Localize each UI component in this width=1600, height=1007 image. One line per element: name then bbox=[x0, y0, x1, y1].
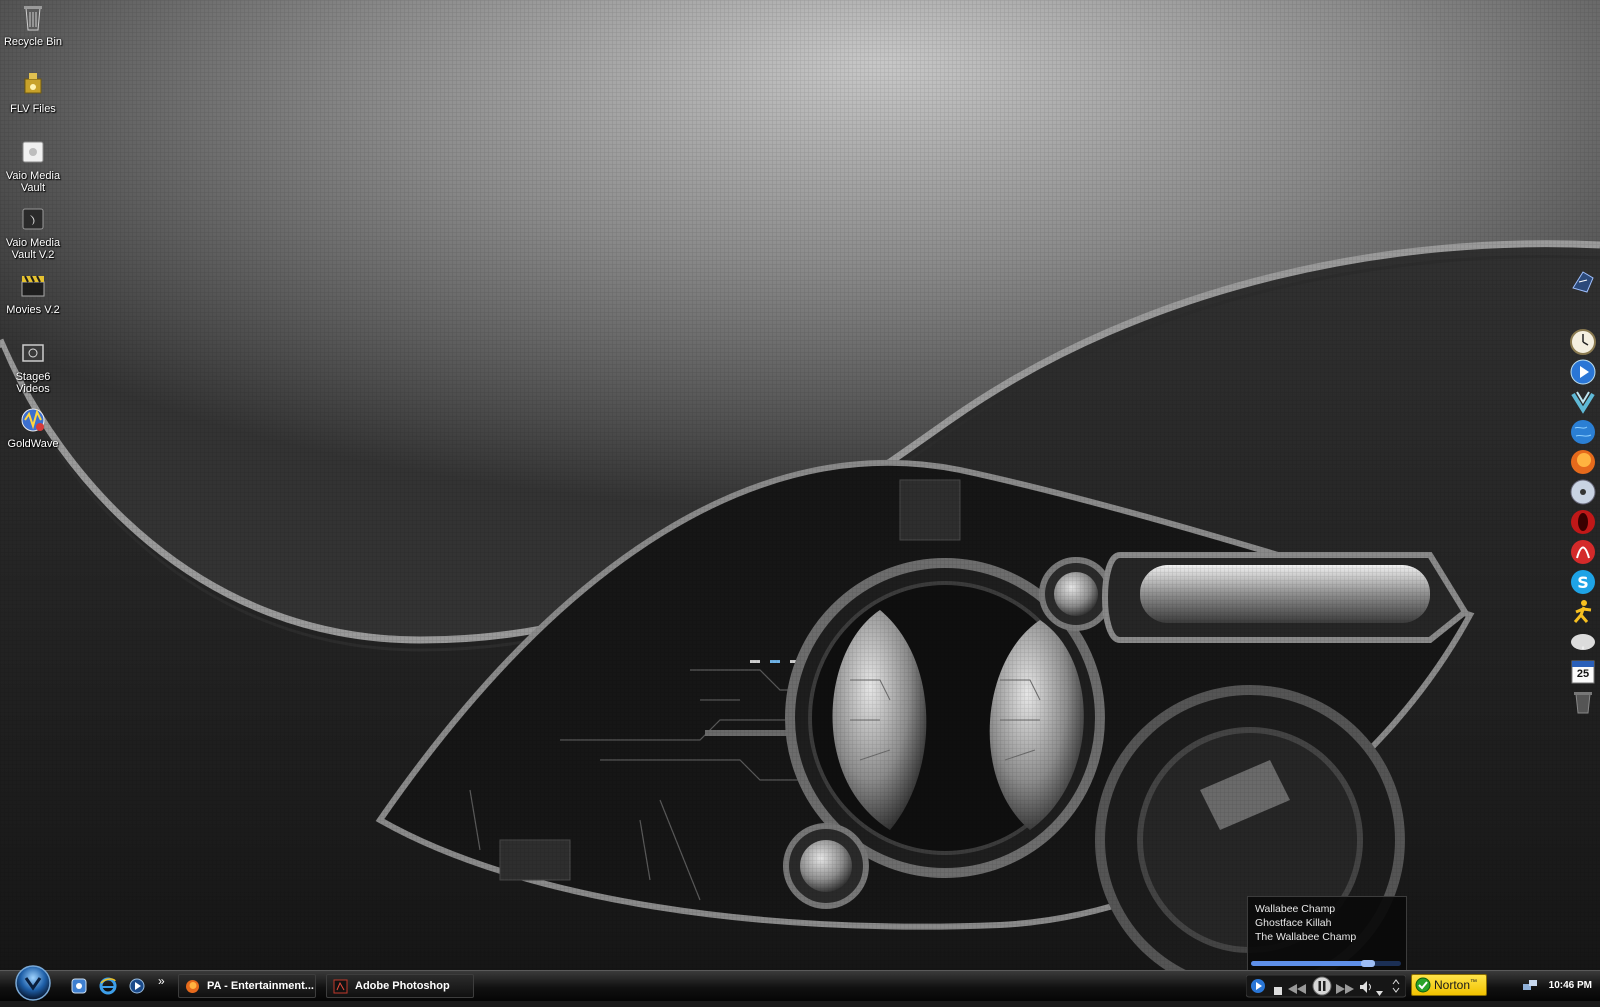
media-vault-icon bbox=[17, 136, 49, 168]
clapperboard-icon bbox=[17, 270, 49, 302]
playback-progress-fill bbox=[1251, 961, 1368, 966]
globe-icon[interactable] bbox=[1569, 418, 1597, 446]
taskbar-button-photoshop[interactable]: Adobe Photoshop bbox=[326, 974, 474, 998]
playback-progress-knob[interactable] bbox=[1361, 960, 1375, 967]
desktop-wallpaper bbox=[0, 0, 1600, 970]
photoshop-icon bbox=[333, 979, 348, 994]
taskbar-button-label: Adobe Photoshop bbox=[355, 980, 450, 992]
skype-icon[interactable]: S bbox=[1569, 568, 1597, 596]
desktop-icon-flv-files[interactable]: FLV Files bbox=[2, 69, 64, 115]
norton-status-button[interactable]: Norton™ bbox=[1411, 974, 1487, 996]
internet-explorer-icon bbox=[99, 977, 117, 999]
desktop-icon-vaio-media-vault[interactable]: Vaio Media Vault bbox=[2, 136, 64, 194]
opera-icon[interactable] bbox=[1569, 508, 1597, 536]
chevron-down-icon[interactable] bbox=[1376, 983, 1383, 1001]
clock-icon[interactable] bbox=[1569, 328, 1597, 356]
media-player-icon bbox=[128, 978, 146, 999]
winamp-icon[interactable] bbox=[1569, 268, 1597, 296]
calendar-day: 25 bbox=[1576, 668, 1590, 680]
svg-text:°: ° bbox=[1581, 646, 1585, 654]
now-playing-album: The Wallabee Champ bbox=[1255, 931, 1357, 943]
desktop-icon-goldwave[interactable]: GoldWave bbox=[2, 404, 64, 450]
next-icon[interactable] bbox=[1336, 981, 1354, 999]
goldwave-icon bbox=[17, 404, 49, 436]
media-vault-v2-icon bbox=[17, 203, 49, 235]
start-button[interactable] bbox=[14, 964, 52, 1002]
desktop-icon-movies-v2[interactable]: Movies V.2 bbox=[2, 270, 64, 316]
taskbar-button-label: PA - Entertainment... bbox=[207, 980, 314, 992]
media-player-icon[interactable] bbox=[1569, 358, 1597, 386]
cd-icon[interactable] bbox=[1569, 478, 1597, 506]
previous-icon[interactable] bbox=[1288, 981, 1306, 999]
taskbar-clock[interactable]: 10:46 PM bbox=[1549, 980, 1592, 991]
restore-player-icon[interactable] bbox=[1392, 979, 1400, 998]
check-icon bbox=[1415, 977, 1431, 993]
trash-icon[interactable] bbox=[1569, 688, 1597, 716]
svg-text:S: S bbox=[1577, 573, 1589, 592]
network-icon[interactable] bbox=[1522, 979, 1538, 998]
desktop-icon-label: GoldWave bbox=[7, 438, 59, 450]
now-playing-popup: Wallabee Champ Ghostface Killah The Wall… bbox=[1247, 896, 1407, 972]
desktop-icon-vaio-media-vault-v2[interactable]: Vaio Media Vault V.2 bbox=[2, 203, 64, 261]
desktop-icon-label: Stage6 Videos bbox=[15, 371, 51, 395]
desktop-icon-label: Recycle Bin bbox=[3, 36, 63, 48]
desktop-icon-recycle-bin[interactable]: Recycle Bin bbox=[2, 2, 64, 48]
stage6-icon bbox=[17, 337, 49, 369]
quick-launch-overflow[interactable]: » bbox=[158, 974, 165, 988]
wmp-logo-icon[interactable] bbox=[1250, 978, 1266, 999]
acrobat-icon[interactable] bbox=[1569, 538, 1597, 566]
weather-icon[interactable]: ° bbox=[1569, 628, 1597, 656]
taskbar: » PA - Entertainment... Adobe Photoshop bbox=[0, 965, 1600, 1001]
firefox-icon bbox=[185, 979, 200, 994]
downloads-icon[interactable] bbox=[1569, 388, 1597, 416]
desktop-icon-label: FLV Files bbox=[10, 103, 56, 115]
folder-icon bbox=[17, 69, 49, 101]
stop-icon[interactable] bbox=[1274, 982, 1282, 1000]
calendar-icon[interactable]: 25 bbox=[1569, 658, 1597, 686]
pause-icon[interactable] bbox=[1312, 976, 1332, 1001]
desktop-icon-label: Movies V.2 bbox=[6, 304, 60, 316]
show-desktop-icon bbox=[70, 978, 88, 999]
media-player-toolbar bbox=[1245, 973, 1407, 1001]
now-playing-song: Wallabee Champ bbox=[1255, 903, 1336, 915]
quick-launch-show-desktop[interactable] bbox=[70, 977, 88, 995]
taskbar-button-firefox[interactable]: PA - Entertainment... bbox=[178, 974, 316, 998]
right-dock: S ° 25 bbox=[1566, 268, 1600, 738]
now-playing-artist: Ghostface Killah bbox=[1255, 917, 1332, 929]
desktop-icon-label: Vaio Media Vault bbox=[5, 170, 61, 194]
quick-launch-internet-explorer[interactable] bbox=[99, 977, 117, 995]
firefox-icon[interactable] bbox=[1569, 448, 1597, 476]
norton-label: Norton™ bbox=[1434, 978, 1478, 992]
volume-icon[interactable] bbox=[1360, 980, 1374, 998]
system-tray: 10:46 PM bbox=[1512, 971, 1600, 1001]
desktop-icon-label: Vaio Media Vault V.2 bbox=[5, 237, 61, 261]
recycle-bin-icon bbox=[17, 2, 49, 34]
desktop-icon-stage6-videos[interactable]: Stage6 Videos bbox=[2, 337, 64, 395]
aim-icon[interactable] bbox=[1569, 598, 1597, 626]
playback-progress-bar[interactable] bbox=[1251, 960, 1401, 967]
quick-launch-media-player[interactable] bbox=[128, 977, 146, 995]
